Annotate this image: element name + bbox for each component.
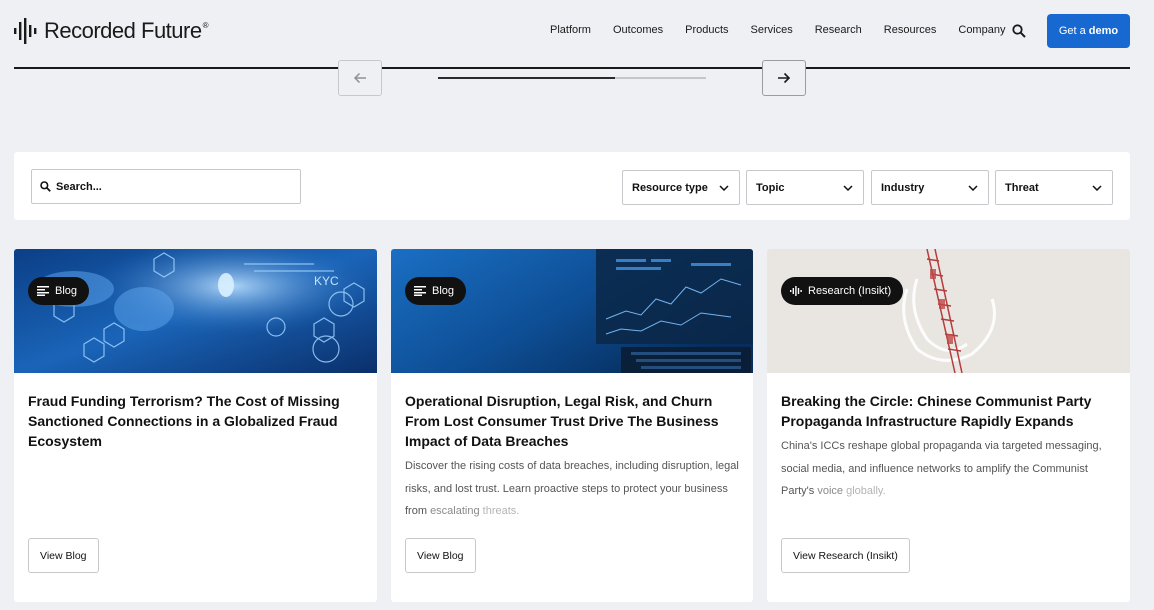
header-divider xyxy=(14,67,1130,69)
card-description: Discover the rising costs of data breach… xyxy=(405,455,743,523)
filter-bar: Resource type Topic Industry Threat xyxy=(14,152,1130,220)
card-image: KYC Blog xyxy=(14,249,377,373)
carousel-progress-bar xyxy=(438,77,706,79)
carousel-next-button[interactable] xyxy=(762,60,806,96)
card-type-badge: Blog xyxy=(405,277,467,305)
nav-item-platform[interactable]: Platform xyxy=(550,24,591,36)
lines-icon xyxy=(414,286,426,296)
nav-item-resources[interactable]: Resources xyxy=(884,24,937,36)
nav-item-research[interactable]: Research xyxy=(815,24,862,36)
card-description-fade-end: globally. xyxy=(846,485,886,497)
chevron-down-icon xyxy=(843,184,853,191)
topic-dropdown[interactable]: Topic xyxy=(746,170,864,205)
resource-search-box[interactable] xyxy=(31,169,301,204)
resource-card[interactable]: Research (Insikt) Breaking the Circle: C… xyxy=(767,249,1130,602)
arrow-left-icon xyxy=(353,72,366,84)
card-description-fade-end: threats. xyxy=(482,505,520,517)
card-description-fade: voice xyxy=(817,485,847,497)
card-title[interactable]: Operational Disruption, Legal Risk, and … xyxy=(405,391,740,451)
nav-item-company[interactable]: Company xyxy=(958,24,1005,36)
search-icon xyxy=(40,181,51,192)
view-blog-button[interactable]: View Blog xyxy=(405,538,476,573)
badge-label: Blog xyxy=(432,285,455,297)
demo-button-bold: demo xyxy=(1088,25,1119,37)
resource-type-dropdown[interactable]: Resource type xyxy=(622,170,740,205)
carousel-progress-fill xyxy=(438,77,615,79)
site-header: Recorded Future ® Platform Outcomes Prod… xyxy=(0,0,1154,68)
threat-dropdown[interactable]: Threat xyxy=(995,170,1113,205)
dropdown-label: Topic xyxy=(756,181,785,194)
dropdown-label: Industry xyxy=(881,181,925,194)
resource-card[interactable]: Blog Operational Disruption, Legal Risk,… xyxy=(391,249,753,602)
dropdown-label: Resource type xyxy=(632,181,708,194)
chevron-down-icon xyxy=(1092,184,1102,191)
card-image: Research (Insikt) xyxy=(767,249,1130,373)
insikt-logo-icon xyxy=(790,286,802,296)
logo-text: Recorded Future xyxy=(44,18,202,43)
card-image: Blog xyxy=(391,249,753,373)
demo-button-prefix: Get a xyxy=(1058,25,1086,37)
arrow-right-icon xyxy=(778,72,791,84)
get-a-demo-button[interactable]: Get a demo xyxy=(1047,14,1130,48)
card-description-fade: escalating xyxy=(430,505,483,517)
card-description: China's ICCs reshape global propaganda v… xyxy=(781,435,1119,503)
carousel-prev-button[interactable] xyxy=(338,60,382,96)
resource-card[interactable]: KYC Blog Fraud Funding Terrorism? The Co… xyxy=(14,249,377,602)
badge-label: Research (Insikt) xyxy=(808,285,892,297)
chevron-down-icon xyxy=(968,184,978,191)
logo-registered-mark: ® xyxy=(202,20,209,30)
chevron-down-icon xyxy=(719,184,729,191)
search-input[interactable] xyxy=(56,180,276,193)
card-type-badge: Research (Insikt) xyxy=(781,277,904,305)
card-type-badge: Blog xyxy=(28,277,90,305)
logo-mark-icon xyxy=(14,18,37,44)
nav-item-products[interactable]: Products xyxy=(685,24,728,36)
view-blog-button[interactable]: View Blog xyxy=(28,538,99,573)
nav-item-outcomes[interactable]: Outcomes xyxy=(613,24,663,36)
svg-text:KYC: KYC xyxy=(314,274,339,288)
card-title[interactable]: Fraud Funding Terrorism? The Cost of Mis… xyxy=(28,391,363,451)
view-research-button[interactable]: View Research (Insikt) xyxy=(781,538,910,573)
card-title[interactable]: Breaking the Circle: Chinese Communist P… xyxy=(781,391,1116,431)
industry-dropdown[interactable]: Industry xyxy=(871,170,989,205)
badge-label: Blog xyxy=(55,285,78,297)
lines-icon xyxy=(37,286,49,296)
main-nav: Platform Outcomes Products Services Rese… xyxy=(550,24,1027,36)
recorded-future-logo[interactable]: Recorded Future ® xyxy=(14,17,209,45)
nav-item-services[interactable]: Services xyxy=(751,24,793,36)
dropdown-label: Threat xyxy=(1005,181,1039,194)
search-icon[interactable] xyxy=(1012,24,1026,38)
